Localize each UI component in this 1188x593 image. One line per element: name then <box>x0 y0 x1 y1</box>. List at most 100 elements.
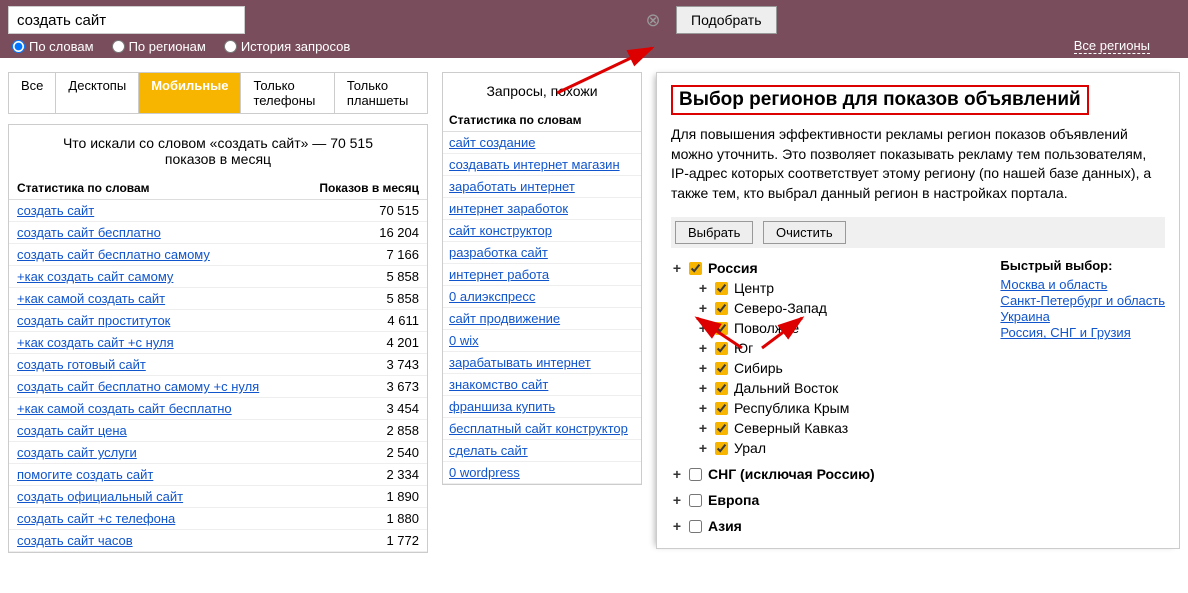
keyword-link[interactable]: бесплатный сайт конструктор <box>449 421 628 436</box>
keyword-link[interactable]: создать сайт +с телефона <box>17 511 175 526</box>
table-row: 0 wordpress <box>443 462 641 484</box>
expand-icon[interactable]: + <box>697 320 709 336</box>
keyword-link[interactable]: создавать интернет магазин <box>449 157 620 172</box>
keyword-link[interactable]: +как самой создать сайт <box>17 291 165 306</box>
tree-item[interactable]: +Юг <box>697 338 970 358</box>
keyword-link[interactable]: разработка сайт <box>449 245 548 260</box>
expand-icon[interactable]: + <box>697 380 709 396</box>
region-checkbox[interactable] <box>715 302 728 315</box>
table-row: создать официальный сайт1 890 <box>9 486 427 508</box>
keyword-link[interactable]: зарабатывать интернет <box>449 355 591 370</box>
expand-icon[interactable]: + <box>671 518 683 534</box>
keyword-link[interactable]: создать сайт <box>17 203 94 218</box>
tab-2[interactable]: Мобильные <box>139 73 241 113</box>
expand-icon[interactable]: + <box>697 400 709 416</box>
top-bar: ⊗ Подобрать По словам По регионам Истори… <box>0 0 1188 58</box>
tree-item[interactable]: +Северо-Запад <box>697 298 970 318</box>
tree-item[interactable]: +Урал <box>697 438 970 458</box>
region-label: Республика Крым <box>734 400 849 416</box>
keyword-link[interactable]: +как создать сайт самому <box>17 269 173 284</box>
radio-regions[interactable]: По регионам <box>112 39 206 54</box>
table-row: сайт создание <box>443 132 641 154</box>
keyword-link[interactable]: 0 wordpress <box>449 465 520 480</box>
keyword-link[interactable]: 0 алиэкспресс <box>449 289 535 304</box>
keyword-link[interactable]: +как создать сайт +с нуля <box>17 335 174 350</box>
keyword-link[interactable]: заработать интернет <box>449 179 575 194</box>
tree-item[interactable]: +Россия <box>671 258 970 278</box>
keyword-link[interactable]: создать сайт часов <box>17 533 133 548</box>
expand-icon[interactable]: + <box>697 300 709 316</box>
tree-item[interactable]: +Дальний Восток <box>697 378 970 398</box>
quick-link[interactable]: Санкт-Петербург и область <box>1000 293 1165 308</box>
tab-1[interactable]: Десктопы <box>56 73 139 113</box>
keyword-link[interactable]: создать сайт цена <box>17 423 127 438</box>
tree-item[interactable]: +Сибирь <box>697 358 970 378</box>
region-checkbox[interactable] <box>689 262 702 275</box>
keyword-link[interactable]: помогите создать сайт <box>17 467 153 482</box>
count-value: 1 880 <box>299 511 419 526</box>
expand-icon[interactable]: + <box>671 492 683 508</box>
keyword-link[interactable]: создать сайт бесплатно <box>17 225 161 240</box>
expand-icon[interactable]: + <box>697 440 709 456</box>
keyword-link[interactable]: создать официальный сайт <box>17 489 183 504</box>
expand-icon[interactable]: + <box>697 280 709 296</box>
region-checkbox[interactable] <box>689 520 702 533</box>
count-value: 16 204 <box>299 225 419 240</box>
tree-item[interactable]: +Поволжье <box>697 318 970 338</box>
radio-words[interactable]: По словам <box>12 39 94 54</box>
keyword-link[interactable]: сайт продвижение <box>449 311 560 326</box>
keyword-link[interactable]: сайт конструктор <box>449 223 552 238</box>
region-checkbox[interactable] <box>715 422 728 435</box>
quick-link[interactable]: Россия, СНГ и Грузия <box>1000 325 1165 340</box>
region-checkbox[interactable] <box>715 282 728 295</box>
tree-item[interactable]: +Азия <box>671 516 970 536</box>
keyword-link[interactable]: знакомство сайт <box>449 377 548 392</box>
expand-icon[interactable]: + <box>671 260 683 276</box>
region-checkbox[interactable] <box>715 402 728 415</box>
tab-3[interactable]: Только телефоны <box>241 73 334 113</box>
keyword-link[interactable]: интернет работа <box>449 267 549 282</box>
region-checkbox[interactable] <box>715 442 728 455</box>
expand-icon[interactable]: + <box>697 340 709 356</box>
keyword-link[interactable]: создать сайт проституток <box>17 313 170 328</box>
expand-icon[interactable]: + <box>697 360 709 376</box>
table-row: заработать интернет <box>443 176 641 198</box>
keyword-link[interactable]: сделать сайт <box>449 443 528 458</box>
keyword-link[interactable]: создать сайт бесплатно самому <box>17 247 210 262</box>
region-checkbox[interactable] <box>715 322 728 335</box>
keyword-link[interactable]: 0 wix <box>449 333 479 348</box>
select-button[interactable]: Выбрать <box>675 221 753 244</box>
keyword-link[interactable]: создать сайт услуги <box>17 445 137 460</box>
tree-item[interactable]: +Северный Кавказ <box>697 418 970 438</box>
expand-icon[interactable]: + <box>671 466 683 482</box>
expand-icon[interactable]: + <box>697 420 709 436</box>
keyword-link[interactable]: создать сайт бесплатно самому +с нуля <box>17 379 259 394</box>
region-checkbox[interactable] <box>715 382 728 395</box>
keyword-link[interactable]: +как самой создать сайт бесплатно <box>17 401 232 416</box>
mid-panel: Запросы, похожи Статистика по словам сай… <box>442 72 642 485</box>
region-checkbox[interactable] <box>715 342 728 355</box>
quick-link[interactable]: Москва и область <box>1000 277 1165 292</box>
radio-history[interactable]: История запросов <box>224 39 351 54</box>
region-checkbox[interactable] <box>715 362 728 375</box>
tree-item[interactable]: +Европа <box>671 490 970 510</box>
tree-item[interactable]: + Республика Крым <box>697 398 970 418</box>
keyword-link[interactable]: сайт создание <box>449 135 535 150</box>
search-input[interactable] <box>8 6 245 34</box>
clear-icon[interactable]: ⊗ <box>644 11 662 29</box>
region-checkbox[interactable] <box>689 494 702 507</box>
all-regions-link[interactable]: Все регионы <box>1074 38 1150 54</box>
quick-link[interactable]: Украина <box>1000 309 1165 324</box>
tree-item[interactable]: +СНГ (исключая Россию) <box>671 464 970 484</box>
tab-0[interactable]: Все <box>9 73 56 113</box>
keyword-link[interactable]: франшиза купить <box>449 399 555 414</box>
keyword-link[interactable]: создать готовый сайт <box>17 357 146 372</box>
clear-button[interactable]: Очистить <box>763 221 846 244</box>
col-header-word: Статистика по словам <box>449 113 635 127</box>
region-checkbox[interactable] <box>689 468 702 481</box>
keyword-link[interactable]: интернет заработок <box>449 201 568 216</box>
submit-button[interactable]: Подобрать <box>676 6 777 34</box>
tree-item[interactable]: +Центр <box>697 278 970 298</box>
count-value: 5 858 <box>299 269 419 284</box>
tab-4[interactable]: Только планшеты <box>335 73 427 113</box>
